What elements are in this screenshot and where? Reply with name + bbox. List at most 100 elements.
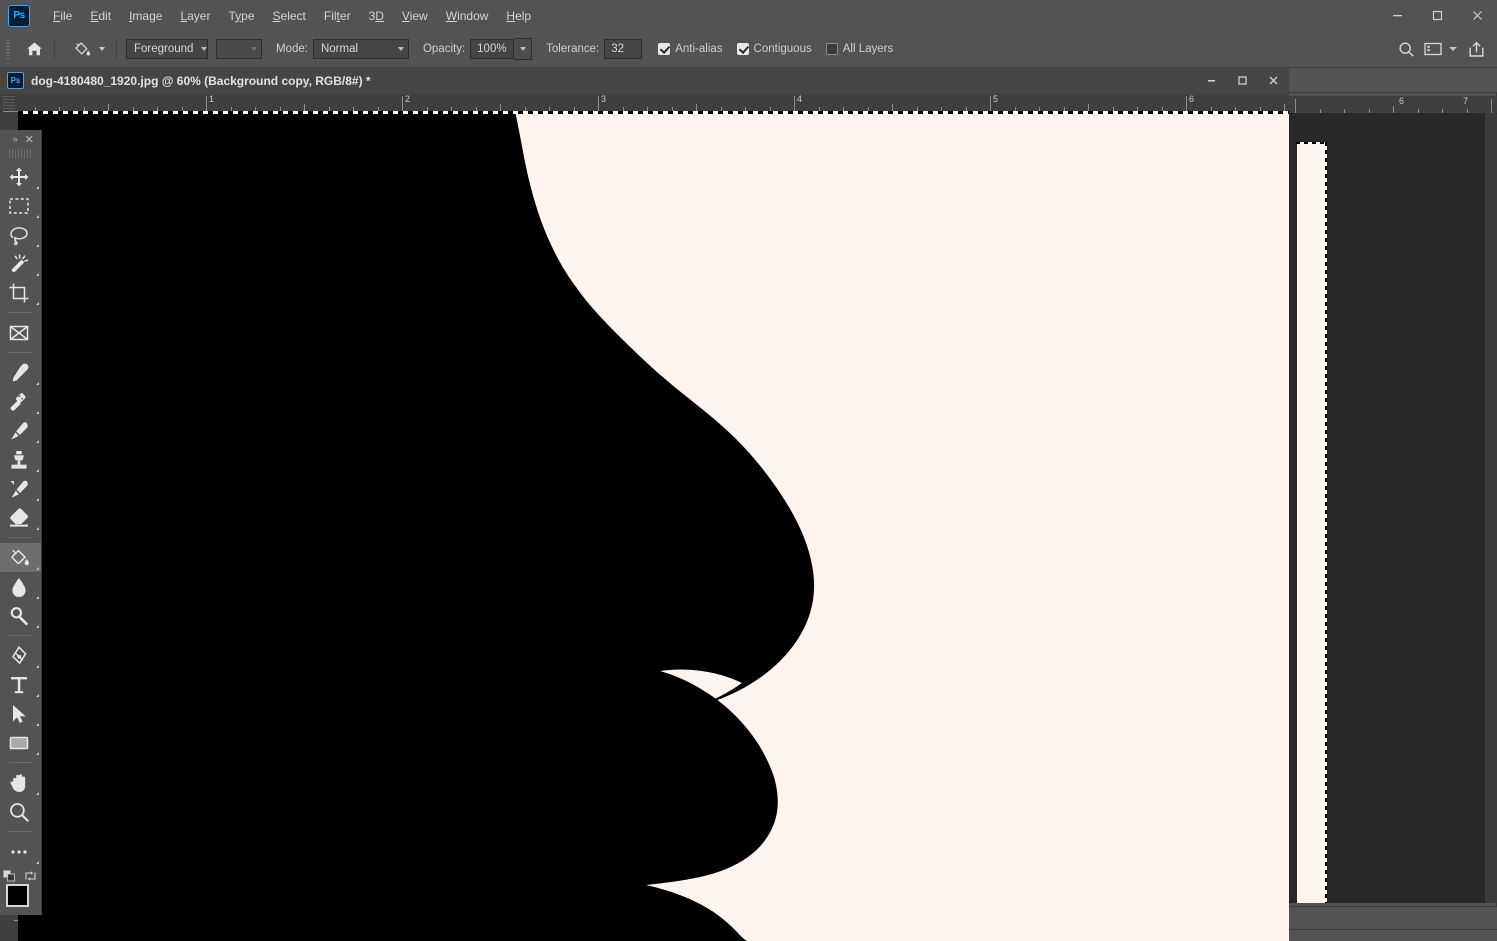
type-icon — [8, 674, 30, 696]
menu-item-window[interactable]: Window — [437, 5, 498, 27]
document-window-controls — [1196, 67, 1289, 94]
tool-preset-picker[interactable] — [68, 37, 109, 61]
tools-panel-header: » ✕ — [0, 130, 41, 148]
document-title-bar[interactable]: Ps dog-4180480_1920.jpg @ 60% (Backgroun… — [0, 67, 1289, 95]
menu-item-image[interactable]: Image — [120, 5, 171, 27]
anti-alias-checkbox[interactable]: Anti-alias — [658, 43, 723, 55]
contiguous-checkbox-box — [736, 43, 749, 55]
type-tool[interactable] — [0, 670, 41, 699]
tools-panel-grip[interactable] — [9, 149, 32, 158]
default-colors-icon[interactable] — [3, 870, 16, 882]
ruler-horizontal[interactable]: 0123456 — [0, 94, 1289, 112]
edit-toolbar-button[interactable] — [0, 837, 41, 866]
options-divider — [54, 38, 55, 60]
blend-mode-dropdown[interactable]: Normal — [312, 39, 409, 59]
background-document-scrollbar-vertical[interactable] — [1485, 113, 1496, 903]
clone-stamp-icon — [8, 449, 30, 471]
tool-flyout-triangle-icon — [36, 665, 39, 668]
ruler-tick — [696, 104, 697, 111]
dodge-tool[interactable] — [0, 601, 41, 630]
menu-item-layer[interactable]: Layer — [171, 5, 219, 27]
menu-item-filter[interactable]: Filter — [315, 5, 360, 27]
menu-item-3d[interactable]: 3D — [360, 5, 393, 27]
ruler-tick — [402, 96, 403, 111]
crop-icon — [8, 282, 30, 304]
collapse-panel-icon[interactable]: » — [13, 134, 18, 144]
eyedropper-tool[interactable] — [0, 358, 41, 387]
ruler-corner[interactable] — [0, 94, 18, 111]
background-document-ruler-horizontal[interactable]: 67 — [1287, 96, 1497, 114]
opacity-input[interactable]: 100% — [470, 39, 515, 59]
tool-flyout-triangle-icon — [36, 411, 39, 414]
options-bar-grip[interactable] — [3, 38, 13, 60]
close-panel-icon[interactable]: ✕ — [25, 133, 34, 146]
menu-item-edit[interactable]: Edit — [81, 5, 120, 27]
home-icon[interactable] — [21, 37, 47, 61]
canvas-viewport[interactable] — [18, 111, 1289, 941]
document-image[interactable] — [18, 111, 1289, 941]
tolerance-input[interactable]: 32 — [604, 39, 643, 59]
menu-item-help[interactable]: Help — [497, 5, 540, 27]
brush-tool[interactable] — [0, 416, 41, 445]
move-tool[interactable] — [0, 162, 41, 191]
swap-colors-icon[interactable] — [24, 870, 37, 882]
anti-alias-checkbox-box — [658, 43, 671, 55]
clone-stamp-tool[interactable] — [0, 445, 41, 474]
history-brush-tool[interactable] — [0, 474, 41, 503]
document-minimize-button[interactable] — [1196, 68, 1227, 94]
ruler-tick-vertical — [3, 111, 18, 112]
spot-healing-brush-icon — [8, 391, 30, 413]
menu-item-view[interactable]: View — [393, 5, 437, 27]
bg-ruler-tick — [1295, 99, 1296, 113]
menu-item-file[interactable]: File — [44, 5, 81, 27]
photoshop-application-window: Ps File Edit Image Layer Type Select Filter 3D V… — [0, 0, 1497, 941]
document-maximize-button[interactable] — [1227, 68, 1258, 94]
document-photoshop-icon: Ps — [7, 72, 24, 89]
frame-tool[interactable] — [0, 318, 41, 347]
workspace-switcher-icon[interactable] — [1421, 36, 1445, 62]
tools-panel: » ✕ — [0, 130, 42, 920]
menu-item-select[interactable]: Select — [264, 5, 315, 27]
eraser-tool[interactable] — [0, 503, 41, 532]
share-icon[interactable] — [1461, 36, 1491, 62]
app-minimize-button[interactable] — [1377, 1, 1417, 31]
app-maximize-button[interactable] — [1417, 1, 1457, 31]
pen-tool[interactable] — [0, 641, 41, 670]
hand-tool[interactable] — [0, 768, 41, 797]
fill-source-dropdown[interactable]: Foreground — [126, 39, 208, 59]
ruler-tick — [1186, 96, 1187, 111]
background-document-canvas[interactable] — [1287, 113, 1487, 903]
tools-separator — [9, 831, 32, 832]
search-icon[interactable] — [1391, 36, 1421, 62]
move-icon — [8, 166, 30, 188]
workspace-caret-icon[interactable] — [1445, 36, 1461, 62]
blur-tool[interactable] — [0, 572, 41, 601]
app-close-button[interactable] — [1457, 1, 1497, 31]
contiguous-checkbox[interactable]: Contiguous — [736, 43, 812, 55]
all-layers-checkbox[interactable]: All Layers — [825, 43, 893, 55]
crop-tool[interactable] — [0, 278, 41, 307]
path-selection-tool[interactable] — [0, 699, 41, 728]
brush-icon — [8, 420, 30, 442]
background-document-window[interactable]: 67 — [1286, 92, 1497, 930]
lasso-tool[interactable] — [0, 220, 41, 249]
opacity-stepper-caret-icon[interactable] — [514, 38, 533, 60]
rectangular-marquee-tool[interactable] — [0, 191, 41, 220]
spot-healing-brush-tool[interactable] — [0, 387, 41, 416]
rectangle-icon — [8, 732, 30, 754]
foreground-color-swatch[interactable] — [6, 884, 29, 907]
app-window-controls — [1377, 0, 1497, 31]
background-document-status-bar — [1287, 906, 1497, 929]
document-close-button[interactable] — [1258, 68, 1289, 94]
magic-wand-tool[interactable] — [0, 249, 41, 278]
ruler-tick — [598, 96, 599, 111]
bg-ruler-tick — [1393, 106, 1394, 113]
paint-bucket-icon — [8, 547, 30, 569]
zoom-tool[interactable] — [0, 797, 41, 826]
quick-mask-button[interactable] — [0, 936, 41, 941]
ruler-label: 4 — [797, 94, 803, 104]
paint-bucket-tool[interactable] — [0, 543, 41, 572]
dodge-icon — [8, 605, 30, 627]
rectangle-tool[interactable] — [0, 728, 41, 757]
menu-item-type[interactable]: Type — [219, 5, 263, 27]
